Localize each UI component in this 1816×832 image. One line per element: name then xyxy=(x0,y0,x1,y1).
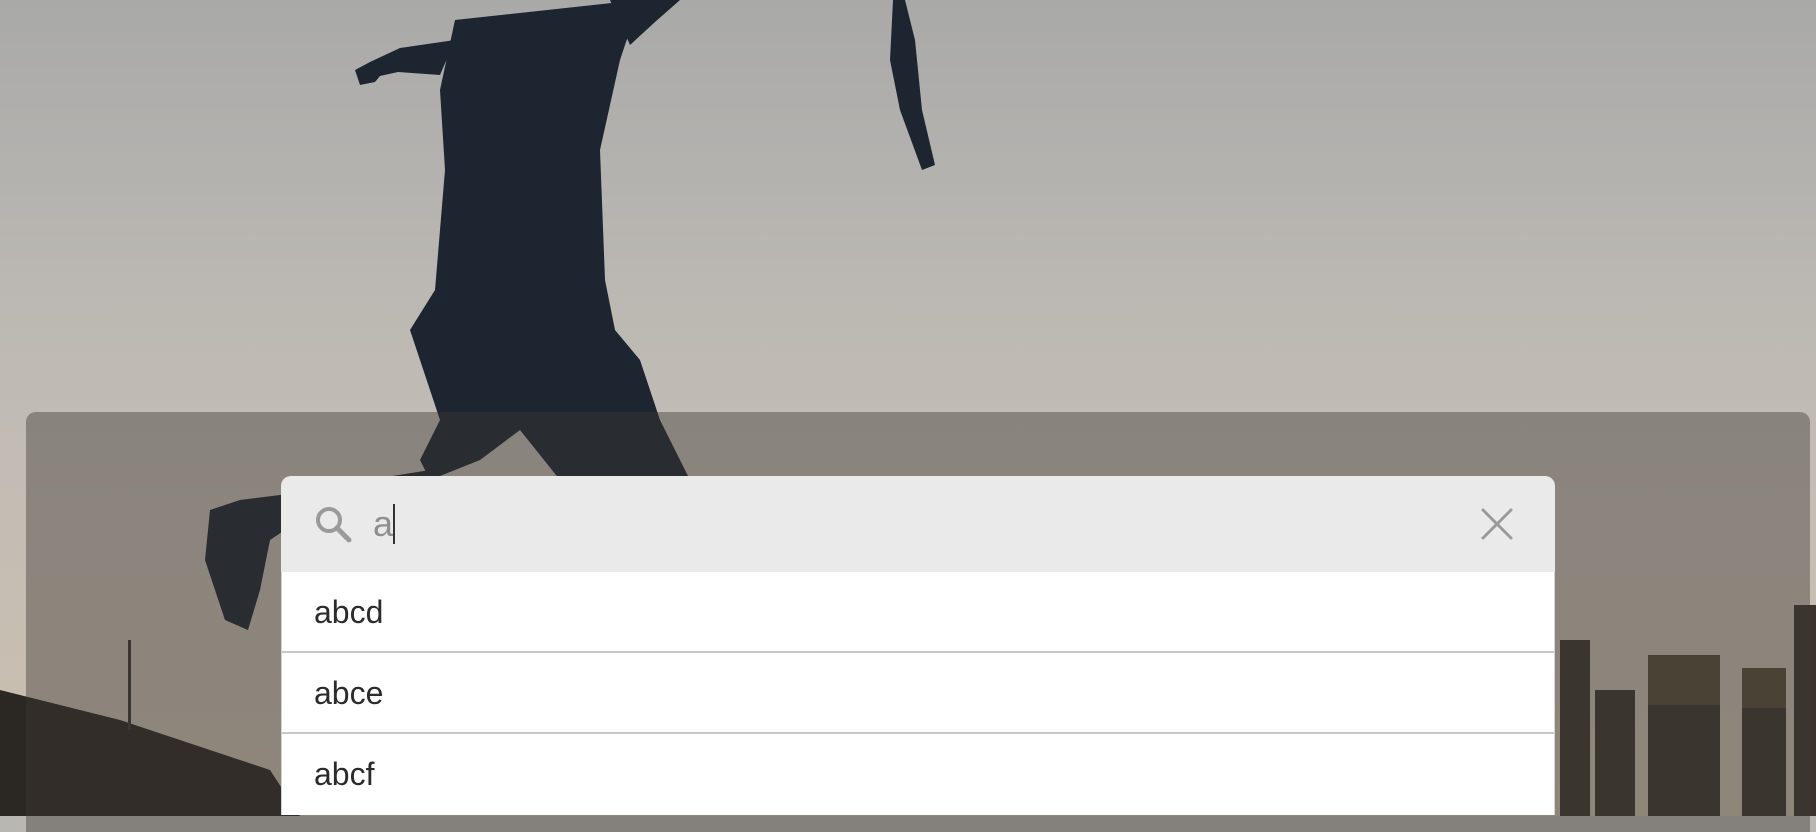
search-suggestions-list: abcd abce abcf xyxy=(281,572,1555,815)
search-input[interactable] xyxy=(373,498,1413,550)
suggestion-item[interactable]: abcf xyxy=(282,734,1554,815)
close-icon[interactable] xyxy=(1477,504,1517,544)
suggestion-item[interactable]: abcd xyxy=(282,572,1554,653)
search-icon xyxy=(313,504,353,544)
search-bar xyxy=(281,476,1555,572)
text-caret xyxy=(393,504,395,544)
suggestion-item[interactable]: abce xyxy=(282,653,1554,734)
